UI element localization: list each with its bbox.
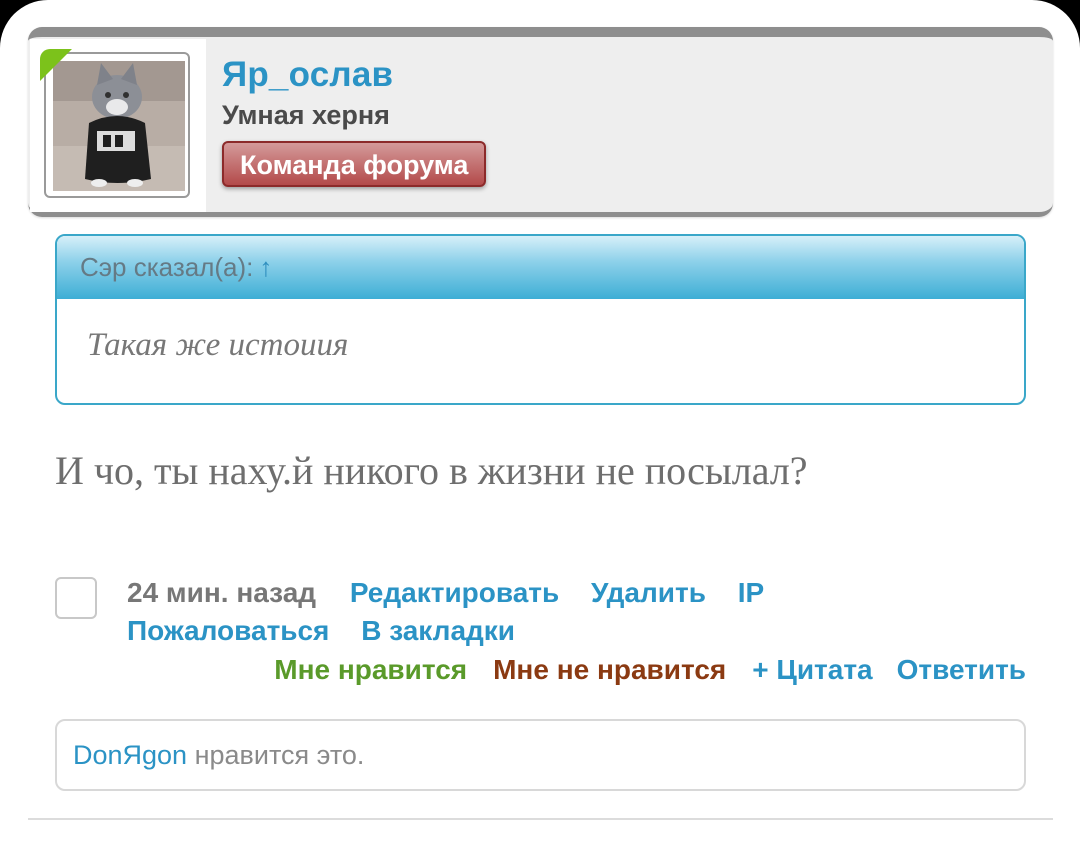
- online-indicator: [40, 49, 72, 81]
- role-badge: Команда форума: [222, 141, 487, 187]
- avatar-image: [53, 61, 185, 191]
- cat-avatar-picture: [53, 61, 185, 191]
- report-link[interactable]: Пожаловаться: [127, 615, 329, 646]
- ip-link[interactable]: IP: [738, 577, 764, 608]
- bookmark-link[interactable]: В закладки: [361, 615, 515, 646]
- liker-username[interactable]: DonЯgon: [73, 740, 187, 770]
- quote-block: Сэр сказал(а): ↑ Такая же истоиия: [55, 234, 1026, 405]
- user-title: Умная херня: [222, 100, 390, 130]
- post-divider: [28, 818, 1053, 820]
- post-time[interactable]: 24 мин. назад: [127, 577, 316, 608]
- quote-link[interactable]: + Цитата: [752, 654, 872, 685]
- post-meta-actions: 24 мин. назад Редактировать Удалить IP: [127, 577, 764, 609]
- select-post-checkbox[interactable]: [55, 577, 97, 619]
- post-meta-actions-2: Пожаловаться В закладки: [127, 615, 515, 647]
- quote-text: Такая же истоиия: [87, 327, 349, 363]
- like-link[interactable]: Мне нравится: [274, 654, 467, 685]
- edit-link[interactable]: Редактировать: [350, 577, 559, 608]
- message-text: И чо, ты наху.й никого в жизни не посыла…: [55, 448, 808, 493]
- delete-link[interactable]: Удалить: [591, 577, 706, 608]
- reply-link[interactable]: Ответить: [897, 654, 1026, 685]
- quote-author: Сэр сказал(а):: [80, 252, 254, 282]
- user-card: Яр_ослав Умная херня Команда форума: [28, 27, 1053, 217]
- go-to-quote-arrow-icon[interactable]: ↑: [259, 252, 272, 282]
- dislike-link[interactable]: Мне не нравится: [493, 654, 726, 685]
- quote-header: Сэр сказал(а): ↑: [57, 236, 1024, 299]
- likes-text: нравится это.: [187, 740, 365, 770]
- likes-summary: DonЯgon нравится это.: [55, 719, 1026, 791]
- post-reaction-actions: Мне нравится Мне не нравится + Цитата Ответ…: [274, 654, 1026, 686]
- avatar-container: [30, 39, 206, 212]
- username[interactable]: Яр_ослав: [222, 55, 393, 95]
- post-screen: Яр_ослав Умная херня Команда форума Сэр …: [0, 0, 1080, 860]
